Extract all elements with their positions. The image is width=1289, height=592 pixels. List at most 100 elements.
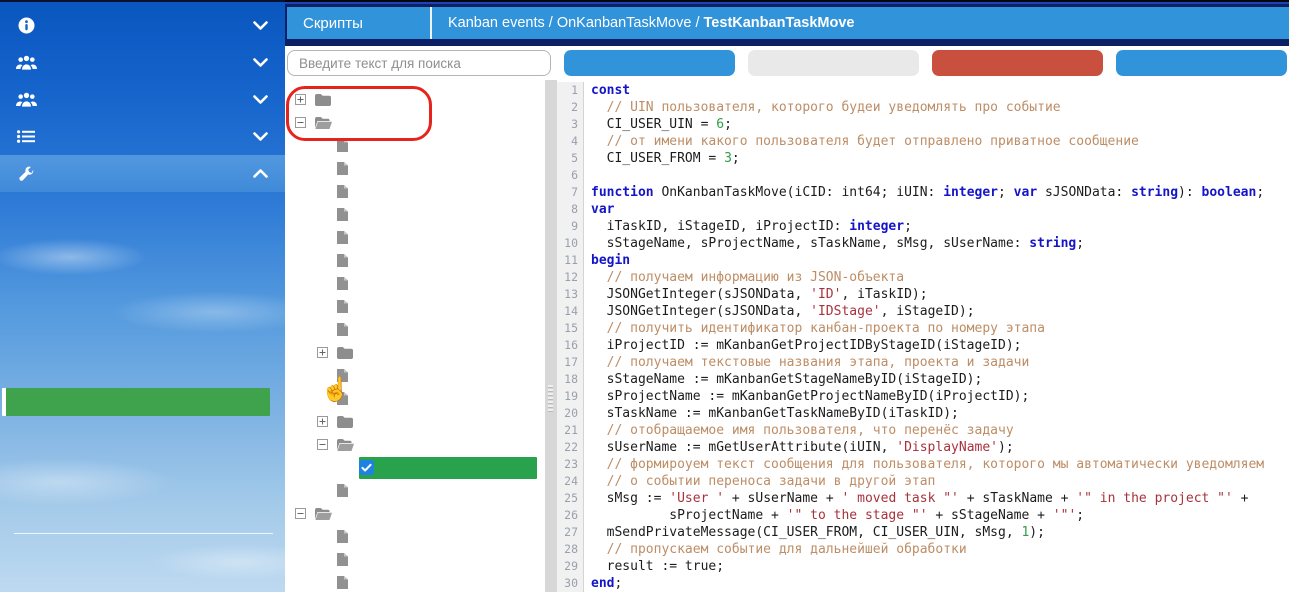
tree-node[interactable] [285, 249, 545, 272]
tab-scripts[interactable]: Скрипты [287, 15, 430, 32]
expand-toggle[interactable] [295, 94, 315, 105]
collapse-toggle[interactable] [317, 439, 337, 450]
tree-node[interactable] [285, 295, 545, 318]
search-input[interactable] [287, 50, 551, 76]
search-box [287, 50, 551, 76]
code-line: sProjectName := mKanbanGetProjectNameByI… [591, 388, 1289, 405]
panel-splitter[interactable] [545, 80, 557, 592]
code-line: sMsg := 'User ' + sUserName + ' moved ta… [591, 490, 1289, 507]
create-button[interactable] [564, 50, 735, 76]
sidebar-section-conferences[interactable] [0, 81, 285, 118]
tree-node[interactable] [285, 134, 545, 157]
checked-checkbox-icon[interactable] [359, 460, 379, 475]
tree-node[interactable] [285, 341, 545, 364]
tree-node[interactable] [285, 272, 545, 295]
file-icon [337, 369, 357, 382]
sidebar-item-port-test[interactable] [0, 192, 285, 220]
sidebar-item-updates[interactable] [0, 360, 285, 388]
code-line: // получаем текстовые названия этапа, пр… [591, 354, 1289, 371]
folder-icon [337, 416, 357, 428]
line-number: 28 [557, 541, 583, 558]
file-icon [337, 162, 357, 175]
sidebar-item-scripts[interactable] [2, 388, 270, 416]
code-line: sProjectName + '" to the stage "' + sSta… [591, 507, 1289, 524]
file-icon [337, 323, 357, 336]
delete-button[interactable] [932, 50, 1103, 76]
folder-icon [337, 347, 357, 359]
line-number: 5 [557, 150, 583, 167]
code-line: // формироуем текст сообщения для пользо… [591, 456, 1289, 473]
sidebar-section-rights-management[interactable] [0, 118, 285, 155]
tree-node[interactable] [285, 479, 545, 502]
tree-node[interactable] [285, 203, 545, 226]
save-button[interactable] [748, 50, 919, 76]
expand-toggle[interactable] [317, 347, 337, 358]
sidebar-item-bulletin-board[interactable] [0, 332, 285, 360]
tree-node[interactable] [285, 157, 545, 180]
code-line: function OnKanbanTaskMove(iCID: int64; i… [591, 184, 1289, 201]
tree-node[interactable] [285, 318, 545, 341]
tree-node[interactable] [285, 410, 545, 433]
sidebar-item-forum[interactable] [0, 500, 285, 528]
sidebar-item-server-transfer[interactable] [0, 444, 285, 472]
chev-down-icon [248, 21, 272, 30]
code-line: // отобращаемое имя пользователя, что пе… [591, 422, 1289, 439]
code-line: var [591, 201, 1289, 218]
line-number: 6 [557, 167, 583, 184]
tree-node[interactable] [285, 525, 545, 548]
topbar: Скрипты Kanban events / OnKanbanTaskMove… [285, 0, 1289, 46]
tree-node[interactable] [285, 387, 545, 410]
code-editor[interactable]: 1234567891011121314151617181920212223242… [557, 80, 1289, 592]
tree-node[interactable] [285, 111, 545, 134]
line-number: 1 [557, 82, 583, 99]
tree-node[interactable] [285, 88, 545, 111]
collapse-toggle[interactable] [295, 508, 315, 519]
line-number: 10 [557, 235, 583, 252]
tree-node[interactable] [285, 180, 545, 203]
breadcrumb: Kanban events / OnKanbanTaskMove / TestK… [432, 15, 854, 31]
sidebar-item-protocols-view[interactable] [0, 304, 285, 332]
check-button[interactable] [1116, 50, 1287, 76]
chev-down-icon [248, 95, 272, 104]
sidebar-section-tools[interactable] [0, 155, 285, 192]
expand-toggle[interactable] [317, 416, 337, 427]
tree-node[interactable] [285, 433, 545, 456]
tree-node[interactable] [285, 364, 545, 387]
tree-node[interactable] [285, 456, 545, 479]
line-number: 4 [557, 133, 583, 150]
app-window: Скрипты Kanban events / OnKanbanTaskMove… [0, 0, 1289, 592]
collapse-toggle[interactable] [295, 117, 315, 128]
code-line: result := true; [591, 558, 1289, 575]
sidebar-item-subscriptions[interactable] [0, 539, 285, 567]
folder-open-icon [315, 508, 335, 520]
sidebar-item-settings-templates[interactable] [0, 567, 285, 592]
line-number: 16 [557, 337, 583, 354]
file-icon [337, 300, 357, 313]
tree-node[interactable] [285, 548, 545, 571]
tree-node[interactable] [285, 226, 545, 249]
chev-down-icon [248, 132, 272, 141]
folder-icon [315, 94, 335, 106]
script-tree [285, 88, 545, 592]
file-icon [337, 139, 357, 152]
users-icon [14, 55, 38, 70]
sidebar-item-mychat-guest[interactable] [0, 248, 285, 276]
tree-node[interactable] [285, 571, 545, 592]
line-number: 17 [557, 354, 583, 371]
file-icon [337, 254, 357, 267]
sidebar-section-users[interactable] [0, 44, 285, 81]
file-icon [337, 576, 357, 589]
code-line: mSendPrivateMessage(CI_USER_FROM, CI_USE… [591, 524, 1289, 541]
sidebar-item-integration[interactable] [0, 220, 285, 248]
sidebar-item-restart[interactable] [0, 416, 285, 444]
sidebar-section-mychat-server[interactable] [0, 7, 285, 44]
breadcrumb-current: TestKanbanTaskMove [704, 15, 855, 31]
sidebar-item-user-menus[interactable] [0, 472, 285, 500]
file-icon [337, 208, 357, 221]
line-number: 15 [557, 320, 583, 337]
tree-node[interactable] [285, 502, 545, 525]
line-number: 7 [557, 184, 583, 201]
line-number: 20 [557, 405, 583, 422]
sidebar-item-web-support[interactable] [0, 276, 285, 304]
file-icon [337, 530, 357, 543]
